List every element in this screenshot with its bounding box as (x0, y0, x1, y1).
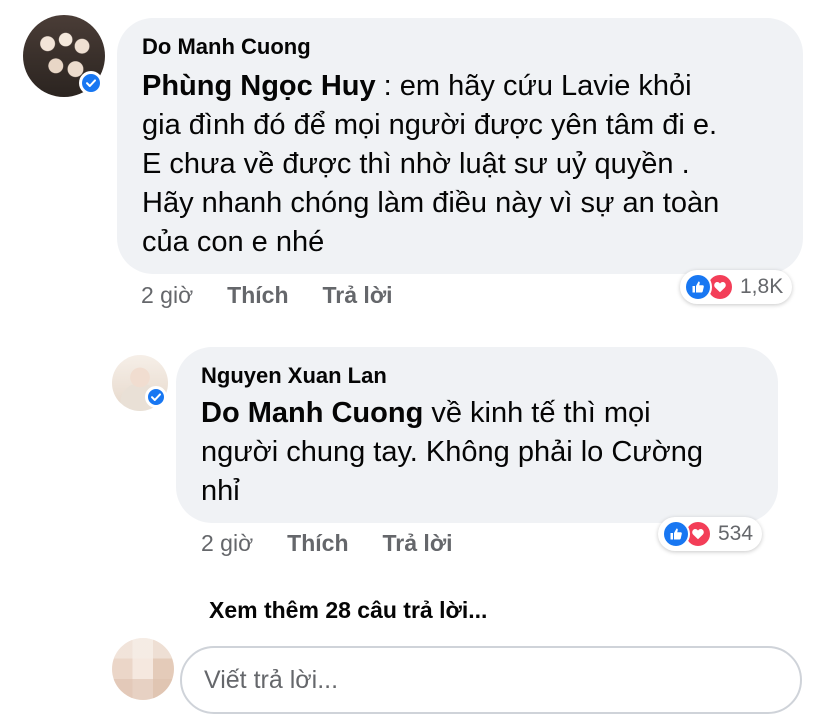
like-icon (684, 273, 712, 301)
reply-author[interactable]: Nguyen Xuan Lan (201, 363, 387, 389)
like-button[interactable]: Thích (227, 282, 288, 309)
mention-link[interactable]: Phùng Ngọc Huy (142, 70, 376, 102)
comment-text: Phùng Ngọc Huy : em hãy cứu Lavie khỏi g… (142, 67, 792, 262)
comment-line: của con e nhé (142, 226, 325, 258)
comment-line: gia đình đó để mọi người được yên tâm đi… (142, 109, 718, 141)
reaction-summary[interactable]: 534 (658, 517, 763, 551)
verified-badge-icon (145, 386, 167, 408)
comment-meta: 2 giờ Thích Trả lời (141, 282, 427, 309)
like-icon (662, 520, 690, 548)
avatar (112, 638, 174, 700)
reaction-count: 1,8K (740, 275, 784, 298)
comment-author[interactable]: Do Manh Cuong (142, 34, 311, 60)
verified-badge-icon (79, 71, 103, 95)
reply-text: Do Manh Cuong về kinh tế thì mọi người c… (201, 394, 771, 511)
view-more-replies-link[interactable]: Xem thêm 28 câu trả lời... (209, 597, 487, 624)
reply-line: về kinh tế thì mọi (423, 397, 651, 429)
comment-line: Hãy nhanh chóng làm điều này vì sự an to… (142, 187, 720, 219)
reply-line: người chung tay. Không phải lo Cường (201, 436, 703, 468)
reply-line: nhỉ (201, 475, 240, 507)
reaction-count: 534 (718, 522, 754, 545)
comment-line: : em hãy cứu Lavie khỏi (375, 70, 692, 102)
reply-button[interactable]: Trả lời (323, 282, 393, 309)
like-button[interactable]: Thích (287, 530, 348, 557)
reply-meta: 2 giờ Thích Trả lời (201, 530, 487, 557)
comment-line: E chưa về được thì nhờ luật sư uỷ quyền … (142, 148, 690, 180)
timestamp[interactable]: 2 giờ (141, 282, 193, 309)
timestamp[interactable]: 2 giờ (201, 530, 253, 557)
mention-link[interactable]: Do Manh Cuong (201, 397, 423, 429)
reaction-summary[interactable]: 1,8K (680, 270, 793, 304)
reply-button[interactable]: Trả lời (383, 530, 453, 557)
reply-input[interactable] (180, 646, 802, 714)
